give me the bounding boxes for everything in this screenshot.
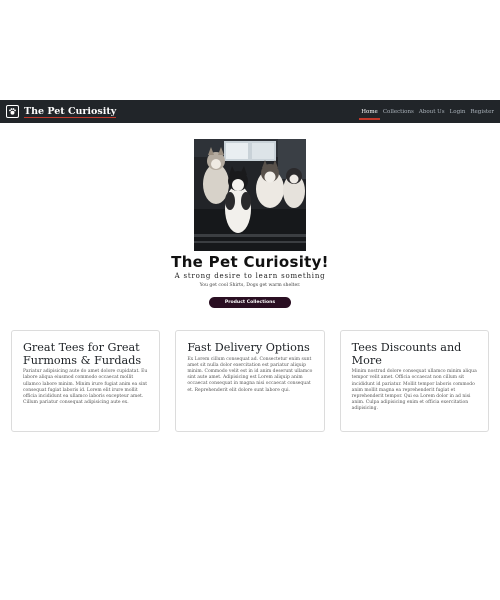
hero-image-puppies xyxy=(194,139,306,251)
card-title: Great Tees for Great Furmoms & Furdads xyxy=(23,341,142,367)
nav-link-collections[interactable]: Collections xyxy=(383,108,414,116)
hero-tagline: You get cool Shirts, Dogs get warm shelt… xyxy=(199,283,301,288)
hero-subtitle: A strong desire to learn something xyxy=(174,272,326,280)
product-collections-button[interactable]: Product Collections xyxy=(208,297,292,308)
feature-card: Great Tees for Great Furmoms & Furdads P… xyxy=(11,330,161,432)
feature-cards: Great Tees for Great Furmoms & Furdads P… xyxy=(11,330,489,432)
feature-card: Tees Discounts and More Minim nostrud do… xyxy=(339,330,489,432)
card-title: Tees Discounts and More xyxy=(351,341,462,367)
nav-link-register[interactable]: Register xyxy=(470,108,494,116)
feature-card: Fast Delivery Options Ex Lorem cillum co… xyxy=(175,330,325,432)
nav-link-about-us[interactable]: About Us xyxy=(419,108,445,116)
hero-title: The Pet Curiosity! xyxy=(171,253,329,271)
nav-links: Home Collections About Us Login Register xyxy=(359,108,494,120)
nav-link-login[interactable]: Login xyxy=(450,108,466,116)
navbar: The Pet Curiosity Home Collections About… xyxy=(0,100,500,123)
nav-link-home[interactable]: Home xyxy=(359,108,380,120)
card-text: Pariatur adipisicing aute do amet dolore… xyxy=(23,369,148,406)
brand[interactable]: The Pet Curiosity xyxy=(6,105,117,118)
card-text: Minim nostrud dolore consequat ullamco m… xyxy=(351,369,477,412)
card-title: Fast Delivery Options xyxy=(187,341,310,354)
brand-name: The Pet Curiosity xyxy=(24,105,117,118)
paw-logo-icon xyxy=(6,105,19,118)
card-text: Ex Lorem cillum consequat ad. Consectetu… xyxy=(187,356,313,393)
hero-section: The Pet Curiosity! A strong desire to le… xyxy=(0,139,500,308)
